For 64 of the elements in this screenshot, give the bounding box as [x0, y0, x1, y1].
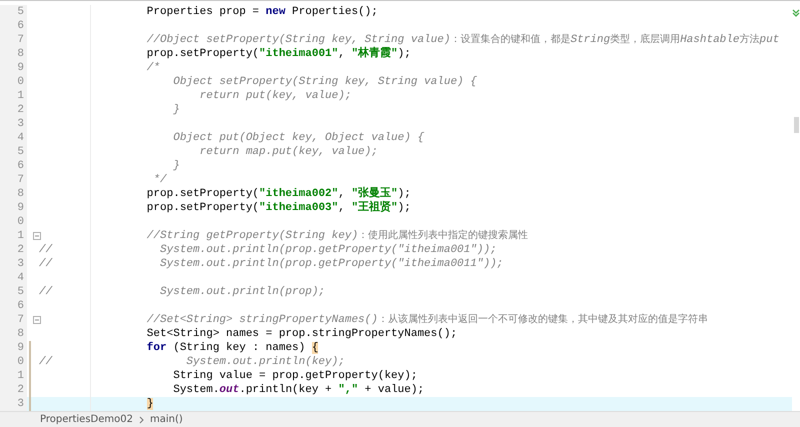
line-number: 5 — [0, 285, 27, 299]
fold-icon[interactable] — [33, 232, 41, 240]
code-line: } — [172, 103, 180, 117]
code-line: //Object setProperty(String key, String value)：设置集合的键和值，都是String类型，底层调用Hashtable方法put — [146, 33, 780, 46]
line-number: 3 — [0, 117, 27, 131]
line-number: 6 — [0, 159, 27, 173]
line-number: 8 — [0, 327, 27, 341]
code-line: System.out.println(prop.getProperty("itheima001")); — [159, 243, 497, 257]
line-number: 8 — [0, 187, 27, 201]
line-number: 2 — [0, 103, 27, 117]
line-number: 0 — [0, 215, 27, 229]
code-line: prop.setProperty("itheima001", "林青霞"); — [146, 47, 411, 61]
line-number: 0 — [0, 75, 27, 89]
comment-mark: // — [39, 356, 52, 368]
code-line: return map.put(key, value); — [198, 145, 378, 159]
breadcrumb-item[interactable]: main() — [150, 414, 183, 425]
code-line: String value = prop.getProperty(key); — [172, 369, 418, 383]
line-number: 6 — [0, 19, 27, 33]
code-line: System.out.println(key + "," + value); — [172, 383, 424, 397]
line-number: 3 — [0, 257, 27, 271]
code-line: //Set<String> stringPropertyNames()：从该属性列表中返回一个不可修改的键集，其中键及其对应的值是字符串 — [146, 313, 708, 327]
code-line: /* — [146, 61, 160, 75]
comment-mark: // — [39, 286, 52, 298]
code-line: Properties prop = new Properties(); — [146, 5, 378, 19]
fold-icon[interactable] — [33, 316, 41, 324]
scrollbar-thumb[interactable] — [794, 117, 798, 133]
line-number: 6 — [0, 299, 27, 313]
line-number: 9 — [0, 201, 27, 215]
line-number: 7 — [0, 313, 27, 327]
line-number: 1 — [0, 369, 27, 383]
code-line: System.out.println(key); — [185, 355, 345, 369]
code-line: prop.setProperty("itheima002", "张曼玉"); — [146, 187, 411, 200]
code-line: */ — [152, 173, 167, 187]
code-line: Object setProperty(String key, String value) { — [172, 75, 477, 89]
line-number: 2 — [0, 383, 27, 397]
code-line: prop.setProperty("itheima003", "王祖贤"); — [146, 201, 411, 215]
line-number: 1 — [0, 89, 27, 103]
line-number: 3 — [0, 397, 27, 411]
code-line: Object put(Object key, Object value) { — [172, 131, 424, 145]
line-number: 5 — [0, 145, 27, 159]
line-number: 4 — [0, 131, 27, 145]
line-number: 4 — [0, 271, 27, 285]
code-line: for (String key : names) { — [146, 341, 318, 355]
line-number: 1 — [0, 229, 27, 243]
line-number: 5 — [0, 5, 27, 19]
line-number: 2 — [0, 243, 27, 257]
line-number: 7 — [0, 33, 27, 47]
code-line: //String getProperty(String key)：使用此属性列表中指定的键搜索属性 — [146, 229, 528, 243]
comment-mark: // — [39, 258, 52, 270]
code-line: } — [172, 159, 180, 173]
line-number: 7 — [0, 173, 27, 187]
chevron-icon — [138, 416, 144, 424]
code-line: System.out.println(prop.getProperty("itheima0011")); — [159, 257, 504, 271]
code-line: System.out.println(prop); — [159, 285, 326, 299]
code-line: Set<String> names = prop.stringPropertyNames(); — [146, 327, 458, 341]
code-line: return put(key, value); — [198, 89, 352, 103]
line-number: 0 — [0, 355, 27, 369]
line-number: 9 — [0, 341, 27, 355]
line-number: 8 — [0, 47, 27, 61]
check-icon — [792, 9, 800, 17]
breadcrumb-item[interactable]: PropertiesDemo02 — [40, 414, 133, 425]
line-number: 9 — [0, 61, 27, 75]
comment-mark: // — [39, 244, 52, 256]
code-editor[interactable] — [0, 0, 800, 411]
